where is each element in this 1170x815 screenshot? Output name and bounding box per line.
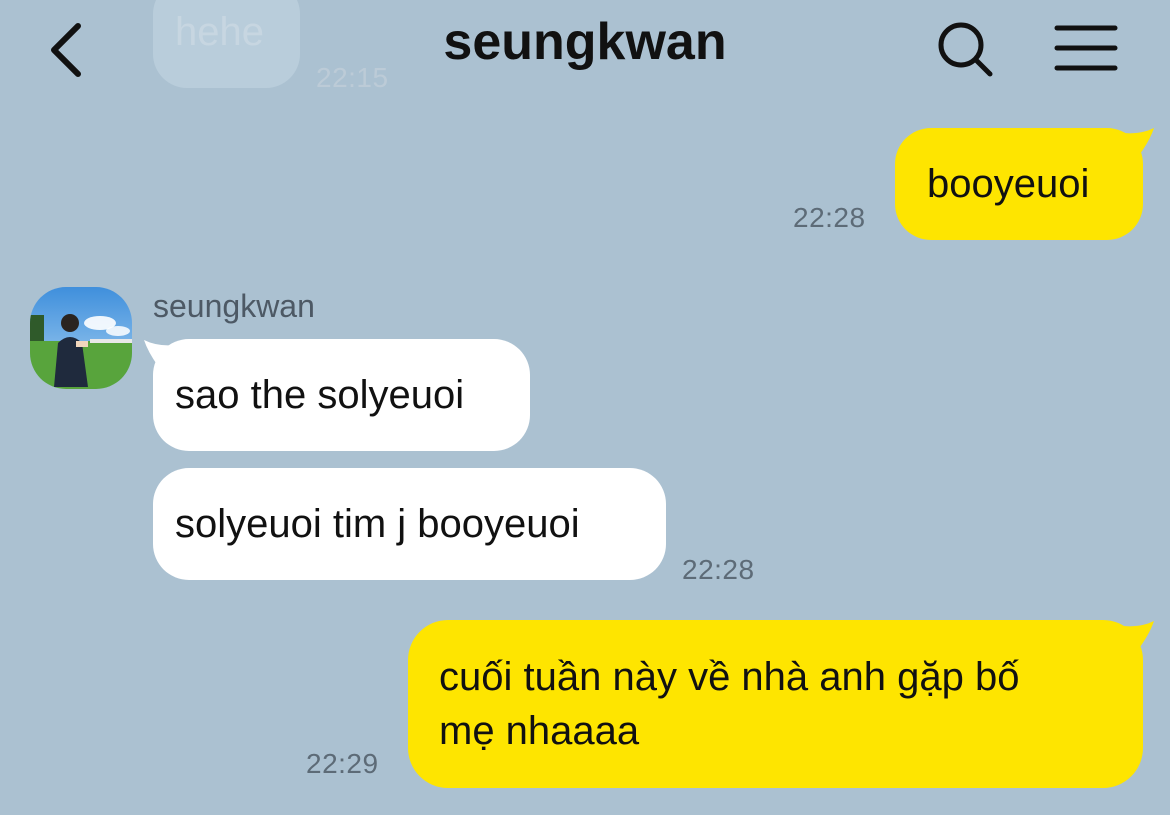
sender-name: seungkwan (153, 288, 315, 324)
menu-button[interactable] (1054, 24, 1118, 74)
avatar[interactable] (30, 287, 132, 389)
menu-icon (1054, 25, 1118, 71)
my-message-bubble[interactable]: booyeuoi (895, 128, 1143, 240)
avatar-photo (30, 287, 132, 389)
my-message-bubble[interactable]: cuối tuần này về nhà anh gặp bố mẹ nhaaa… (408, 620, 1143, 788)
their-message-bubble[interactable]: sao the solyeuoi (153, 339, 530, 451)
message-time: 22:28 (682, 554, 755, 585)
search-icon (938, 22, 993, 77)
their-message-bubble[interactable]: solyeuoi tim j booyeuoi (153, 468, 666, 580)
search-button[interactable] (932, 18, 998, 80)
message-time: 22:29 (306, 748, 379, 779)
message-text: sao the solyeuoi (175, 373, 465, 417)
message-time: 22:28 (793, 202, 866, 233)
message-text: booyeuoi (927, 162, 1090, 206)
message-line: mẹ nhaaaa (439, 709, 640, 753)
message-line: cuối tuần này về nhà anh gặp bố (439, 655, 1020, 699)
message-text: solyeuoi tim j booyeuoi (175, 502, 580, 546)
